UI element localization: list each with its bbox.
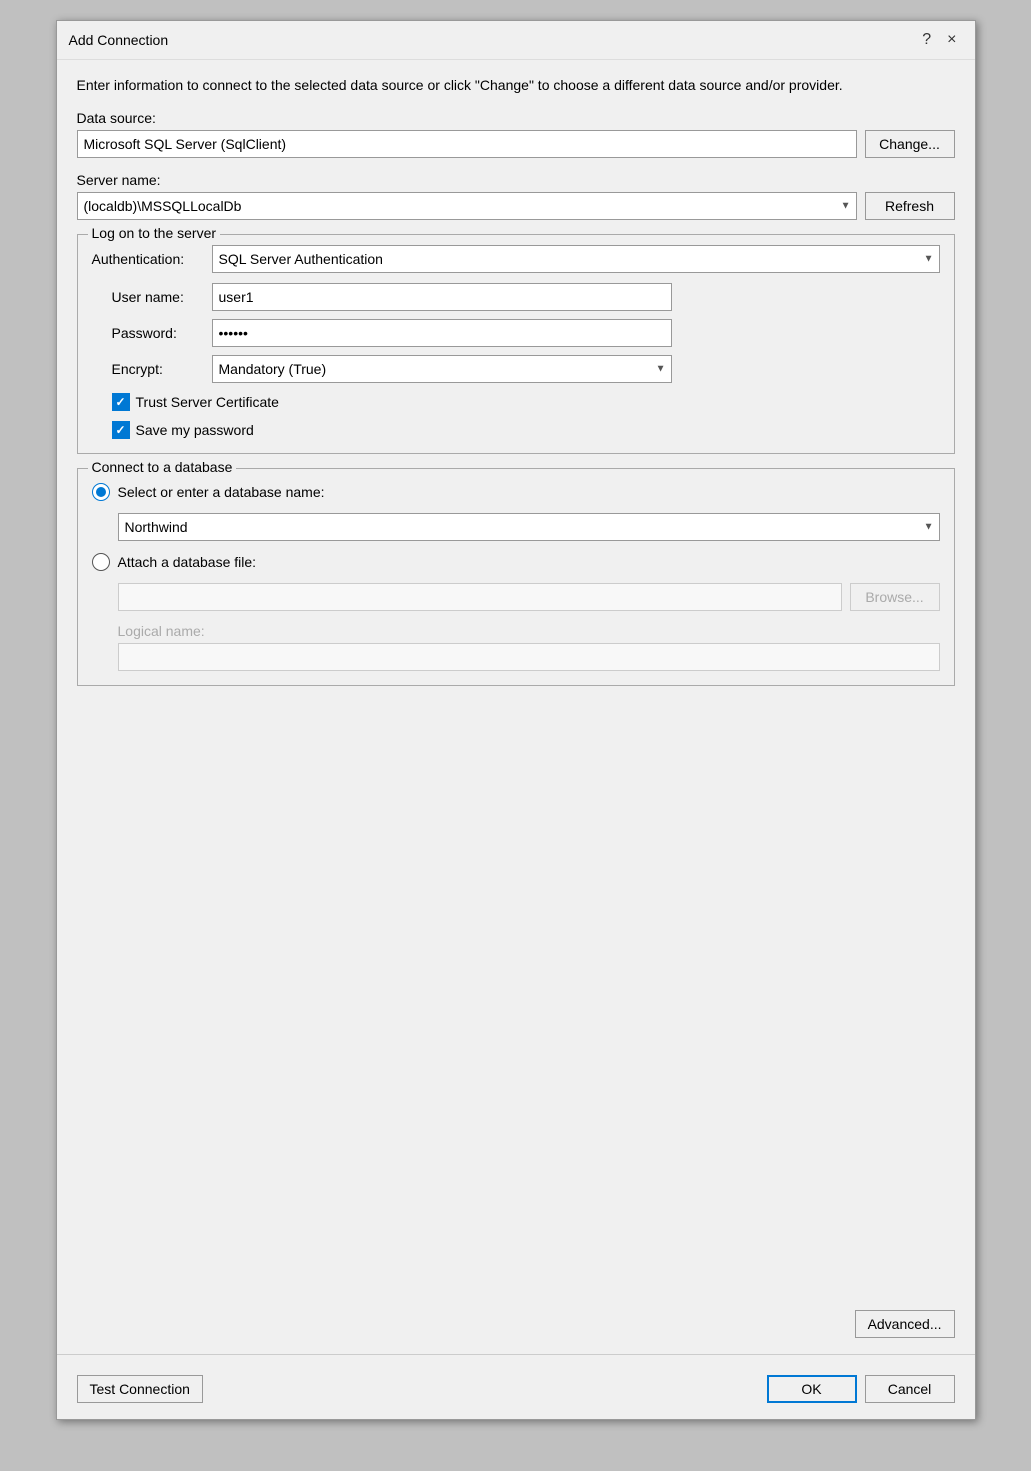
title-bar-right: ? × (916, 29, 962, 51)
save-password-row: ✓ Save my password (92, 421, 940, 439)
logon-group-title: Log on to the server (88, 225, 221, 241)
logon-group-content: Authentication: SQL Server Authenticatio… (92, 245, 940, 439)
username-input[interactable] (212, 283, 672, 311)
data-source-label: Data source: (77, 110, 955, 126)
title-bar: Add Connection ? × (57, 21, 975, 60)
select-db-radio[interactable] (92, 483, 110, 501)
title-bar-left: Add Connection (69, 32, 169, 48)
data-source-section: Data source: Change... (77, 110, 955, 158)
username-input-wrapper (212, 283, 672, 311)
data-source-row: Change... (77, 130, 955, 158)
help-button[interactable]: ? (916, 29, 937, 51)
cancel-button[interactable]: Cancel (865, 1375, 955, 1403)
logical-name-input[interactable] (118, 643, 940, 671)
db-select[interactable]: Northwind master model msdb tempdb (118, 513, 940, 541)
ok-button[interactable]: OK (767, 1375, 857, 1403)
data-source-input[interactable] (77, 130, 857, 158)
select-db-radio-row: Select or enter a database name: (92, 483, 940, 501)
trust-cert-checkbox[interactable]: ✓ (112, 393, 130, 411)
username-row: User name: (112, 283, 940, 311)
auth-select-wrapper: SQL Server Authentication Windows Authen… (212, 245, 940, 273)
footer-right: OK Cancel (767, 1375, 955, 1403)
advanced-button[interactable]: Advanced... (855, 1310, 955, 1338)
browse-button[interactable]: Browse... (850, 583, 940, 611)
password-input[interactable] (212, 319, 672, 347)
select-db-radio-label[interactable]: Select or enter a database name: (118, 484, 325, 500)
trust-cert-row: ✓ Trust Server Certificate (92, 393, 940, 411)
attach-db-radio-row: Attach a database file: (92, 553, 940, 571)
spacer (77, 700, 955, 1296)
logical-name-section: Logical name: (118, 623, 940, 671)
logon-group: Log on to the server Authentication: SQL… (77, 234, 955, 454)
attach-db-radio[interactable] (92, 553, 110, 571)
attach-db-radio-label[interactable]: Attach a database file: (118, 554, 257, 570)
database-group: Connect to a database Select or enter a … (77, 468, 955, 686)
refresh-button[interactable]: Refresh (865, 192, 955, 220)
attach-file-input[interactable] (118, 583, 842, 611)
bottom-divider (57, 1354, 975, 1355)
test-connection-button[interactable]: Test Connection (77, 1375, 203, 1403)
server-name-select-wrapper: (localdb)\MSSQLLocalDb ▼ (77, 192, 857, 220)
password-input-wrapper (212, 319, 672, 347)
password-label: Password: (112, 325, 202, 341)
close-button[interactable]: × (941, 29, 962, 51)
credentials-grid: User name: Password: Encrypt (92, 283, 940, 383)
server-name-row: (localdb)\MSSQLLocalDb ▼ Refresh (77, 192, 955, 220)
footer: Test Connection OK Cancel (57, 1365, 975, 1419)
auth-select[interactable]: SQL Server Authentication Windows Authen… (212, 245, 940, 273)
trust-cert-checkmark: ✓ (115, 395, 125, 409)
trust-cert-label[interactable]: Trust Server Certificate (136, 394, 279, 410)
attach-file-row: Browse... (118, 583, 940, 611)
encrypt-row: Encrypt: Mandatory (True) Optional (Fals… (112, 355, 940, 383)
encrypt-label: Encrypt: (112, 361, 202, 377)
encrypt-select-wrapper: Mandatory (True) Optional (False) Strict… (212, 355, 672, 383)
save-password-checkbox[interactable]: ✓ (112, 421, 130, 439)
dialog-body: Enter information to connect to the sele… (57, 60, 975, 1354)
add-connection-dialog: Add Connection ? × Enter information to … (56, 20, 976, 1420)
advanced-row: Advanced... (77, 1310, 955, 1338)
select-db-radio-inner (96, 487, 106, 497)
server-name-select[interactable]: (localdb)\MSSQLLocalDb (77, 192, 857, 220)
server-name-label: Server name: (77, 172, 955, 188)
db-select-wrapper: Northwind master model msdb tempdb ▼ (118, 513, 940, 541)
save-password-label[interactable]: Save my password (136, 422, 254, 438)
database-group-title: Connect to a database (88, 459, 237, 475)
auth-row: Authentication: SQL Server Authenticatio… (92, 245, 940, 273)
username-label: User name: (112, 289, 202, 305)
dialog-title: Add Connection (69, 32, 169, 48)
change-button[interactable]: Change... (865, 130, 955, 158)
save-password-checkmark: ✓ (115, 423, 125, 437)
password-row: Password: (112, 319, 940, 347)
database-content: Select or enter a database name: Northwi… (92, 483, 940, 671)
auth-label: Authentication: (92, 251, 202, 267)
encrypt-select[interactable]: Mandatory (True) Optional (False) Strict… (212, 355, 672, 383)
logical-name-label: Logical name: (118, 623, 940, 639)
server-name-section: Server name: (localdb)\MSSQLLocalDb ▼ Re… (77, 172, 955, 220)
description-text: Enter information to connect to the sele… (77, 76, 955, 96)
